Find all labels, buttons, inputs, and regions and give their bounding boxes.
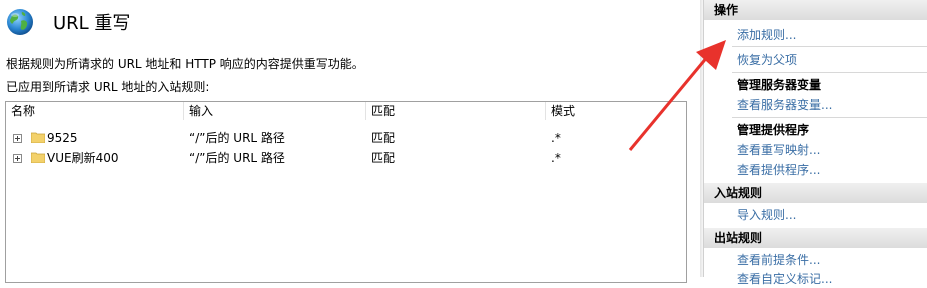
view-providers-link[interactable]: 查看提供程序...: [737, 161, 820, 179]
divider: [732, 117, 927, 118]
rule-name: VUE刷新400: [47, 151, 119, 165]
inbound-rules-table: 名称 输入 匹配 模式 9525 “/”后的 URL 路径 匹配 .* VUE刷…: [5, 101, 687, 283]
globe-icon: [7, 9, 33, 35]
view-rewrite-maps-link[interactable]: 查看重写映射...: [737, 141, 820, 159]
actions-header: 操作: [704, 0, 927, 20]
expand-icon[interactable]: [13, 154, 22, 163]
providers-group-title: 管理提供程序: [737, 123, 810, 137]
import-rules-link[interactable]: 导入规则...: [737, 206, 796, 224]
rule-name: 9525: [47, 131, 78, 145]
revert-to-parent-link[interactable]: 恢复为父项: [737, 51, 797, 69]
add-rule-link[interactable]: 添加规则...: [737, 26, 796, 44]
view-server-variables-link[interactable]: 查看服务器变量...: [737, 96, 832, 114]
view-custom-tags-link[interactable]: 查看自定义标记...: [737, 270, 832, 288]
column-header-input[interactable]: 输入: [184, 102, 366, 120]
column-header-match[interactable]: 匹配: [366, 102, 546, 120]
feature-header: URL 重写: [5, 6, 130, 38]
rule-match: 匹配: [371, 151, 396, 165]
expand-icon[interactable]: [13, 134, 22, 143]
divider: [732, 72, 927, 73]
table-header: 名称 输入 匹配 模式: [6, 102, 686, 120]
feature-description: 根据规则为所请求的 URL 地址和 HTTP 响应的内容提供重写功能。: [6, 57, 364, 71]
rule-input: “/”后的 URL 路径: [189, 131, 285, 145]
server-variables-group-title: 管理服务器变量: [737, 78, 822, 92]
divider: [732, 46, 927, 47]
actions-pane: 操作 添加规则... 恢复为父项 管理服务器变量 查看服务器变量... 管理提供…: [703, 0, 927, 286]
table-row[interactable]: 9525 “/”后的 URL 路径 匹配 .*: [6, 128, 686, 148]
outbound-rules-header: 出站规则: [704, 228, 927, 248]
rule-pattern: .*: [551, 131, 561, 145]
main-pane: URL 重写 根据规则为所请求的 URL 地址和 HTTP 响应的内容提供重写功…: [0, 0, 700, 283]
column-header-name[interactable]: 名称: [6, 102, 184, 120]
view-preconditions-link[interactable]: 查看前提条件...: [737, 251, 820, 269]
rule-match: 匹配: [371, 131, 396, 145]
rule-pattern: .*: [551, 151, 561, 165]
table-row[interactable]: VUE刷新400 “/”后的 URL 路径 匹配 .*: [6, 148, 686, 168]
column-header-pattern[interactable]: 模式: [546, 102, 684, 120]
page-title: URL 重写: [53, 13, 131, 34]
rule-input: “/”后的 URL 路径: [189, 151, 285, 165]
inbound-rules-header: 入站规则: [704, 183, 927, 203]
rules-caption: 已应用到所请求 URL 地址的入站规则:: [6, 80, 210, 94]
